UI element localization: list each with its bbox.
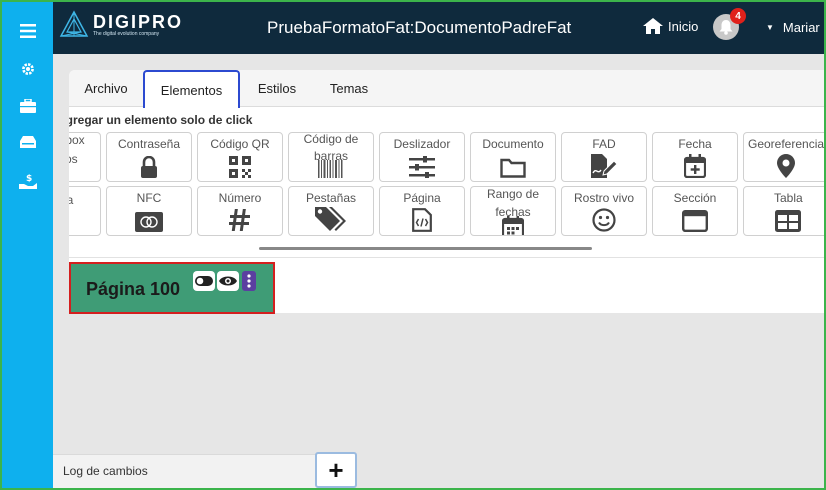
qr-icon xyxy=(198,156,282,178)
element-checkbox-groups[interactable]: Checkbox Grupos xyxy=(69,132,101,182)
folder-icon xyxy=(471,158,555,178)
sidebar: $ xyxy=(2,2,53,488)
element-password[interactable]: Contraseña xyxy=(106,132,192,182)
toggle-icon[interactable] xyxy=(193,271,215,291)
bell-icon xyxy=(719,19,733,35)
elements-scrollbar[interactable] xyxy=(259,247,592,250)
sliders-icon xyxy=(380,156,464,178)
logo-mark-icon xyxy=(59,10,89,37)
tile-label: Fecha xyxy=(678,137,712,151)
document-title: PruebaFormatoFat:DocumentoPadreFat xyxy=(267,18,572,37)
tile-label: Pestañas xyxy=(305,191,357,205)
notification-badge: 4 xyxy=(730,8,746,24)
tile-label: Sección xyxy=(673,191,717,205)
add-button[interactable]: + xyxy=(315,452,357,488)
tile-label: Deslizador xyxy=(393,137,451,151)
panel-divider xyxy=(69,257,824,258)
tile-label: Checkbox Grupos xyxy=(69,133,85,166)
home-icon xyxy=(643,18,663,34)
smile-icon xyxy=(562,208,646,232)
tile-label: Tabla xyxy=(774,191,803,205)
brand-logo[interactable]: DIGIPRO The digital evolution company xyxy=(59,10,183,40)
element-barcode[interactable]: Código de barras xyxy=(288,132,374,182)
menu-icon[interactable] xyxy=(2,17,53,45)
tab-estilos[interactable]: Estilos xyxy=(247,70,307,107)
hash-icon xyxy=(198,208,282,232)
user-name: Mariar xyxy=(782,20,820,35)
element-georeference[interactable]: Georeferencia xyxy=(743,132,824,182)
tile-label: Firma xyxy=(69,193,100,208)
calendar-icon xyxy=(471,216,555,235)
tab-temas[interactable]: Temas xyxy=(319,70,379,107)
element-signature[interactable]: Firma xyxy=(69,186,101,236)
element-qr-code[interactable]: Código QR xyxy=(197,132,283,182)
window-icon xyxy=(653,210,737,232)
element-number[interactable]: Número xyxy=(197,186,283,236)
eye-icon[interactable] xyxy=(217,271,239,291)
home-link[interactable]: Inicio xyxy=(643,18,698,34)
tab-bar: Archivo Elementos Estilos Temas xyxy=(69,70,824,108)
lock-icon xyxy=(107,156,191,178)
toolbox-icon[interactable] xyxy=(2,92,53,120)
element-liveness[interactable]: Rostro vivo xyxy=(561,186,647,236)
tile-label: NFC xyxy=(136,191,162,205)
element-date-range[interactable]: Rango de fechas xyxy=(470,186,556,236)
more-options-icon[interactable] xyxy=(242,271,256,291)
tile-label: Contraseña xyxy=(117,137,181,151)
element-tabs[interactable]: Pestañas xyxy=(288,186,374,236)
tab-archivo[interactable]: Archivo xyxy=(75,70,137,107)
brand-name: DIGIPRO xyxy=(93,12,184,32)
home-label: Inicio xyxy=(668,18,699,34)
gear-icon[interactable] xyxy=(2,55,53,83)
tile-label: Código QR xyxy=(210,137,270,151)
element-slider[interactable]: Deslizador xyxy=(379,132,465,182)
map-pin-icon xyxy=(777,154,824,178)
code-file-icon xyxy=(380,208,464,232)
page-card[interactable]: Página 100 xyxy=(69,262,275,314)
barcode-icon xyxy=(289,160,373,178)
drive-icon[interactable] xyxy=(2,128,53,156)
page-title: Página 100 xyxy=(86,279,181,299)
svg-text:$: $ xyxy=(26,174,32,184)
elements-hint: Agregar un elemento solo de click xyxy=(69,113,253,127)
caret-down-icon: ▼ xyxy=(766,23,774,32)
element-nfc[interactable]: NFC xyxy=(106,186,192,236)
tab-elementos[interactable]: Elementos xyxy=(143,70,240,108)
nfc-card-icon xyxy=(107,212,191,232)
element-table[interactable]: Tabla xyxy=(743,186,824,236)
app-frame: $ DIGIPRO The digital evolution company … xyxy=(0,0,826,490)
table-icon xyxy=(775,210,824,232)
tile-label: Número xyxy=(218,191,262,205)
element-document[interactable]: Documento xyxy=(470,132,556,182)
change-log-label: Log de cambios xyxy=(63,464,148,478)
brand-tagline: The digital evolution company xyxy=(93,31,160,37)
element-fad[interactable]: FAD xyxy=(561,132,647,182)
user-menu[interactable]: ▼ Mariar ( xyxy=(766,20,824,35)
tile-label: Rostro vivo xyxy=(573,191,635,205)
element-section[interactable]: Sección xyxy=(652,186,738,236)
top-bar: DIGIPRO The digital evolution company Pr… xyxy=(53,2,824,54)
money-hand-icon[interactable]: $ xyxy=(2,167,53,195)
element-date[interactable]: Fecha xyxy=(652,132,738,182)
tile-label: Página xyxy=(403,191,441,205)
tags-icon xyxy=(289,206,373,232)
change-log-bar[interactable]: Log de cambios xyxy=(53,454,353,488)
signature-icon xyxy=(562,154,646,178)
tile-label: FAD xyxy=(592,137,616,151)
tile-label: Documento xyxy=(482,137,544,151)
tile-label: Georeferencia xyxy=(748,137,824,151)
calendar-plus-icon xyxy=(653,154,737,178)
element-page[interactable]: Página xyxy=(379,186,465,236)
